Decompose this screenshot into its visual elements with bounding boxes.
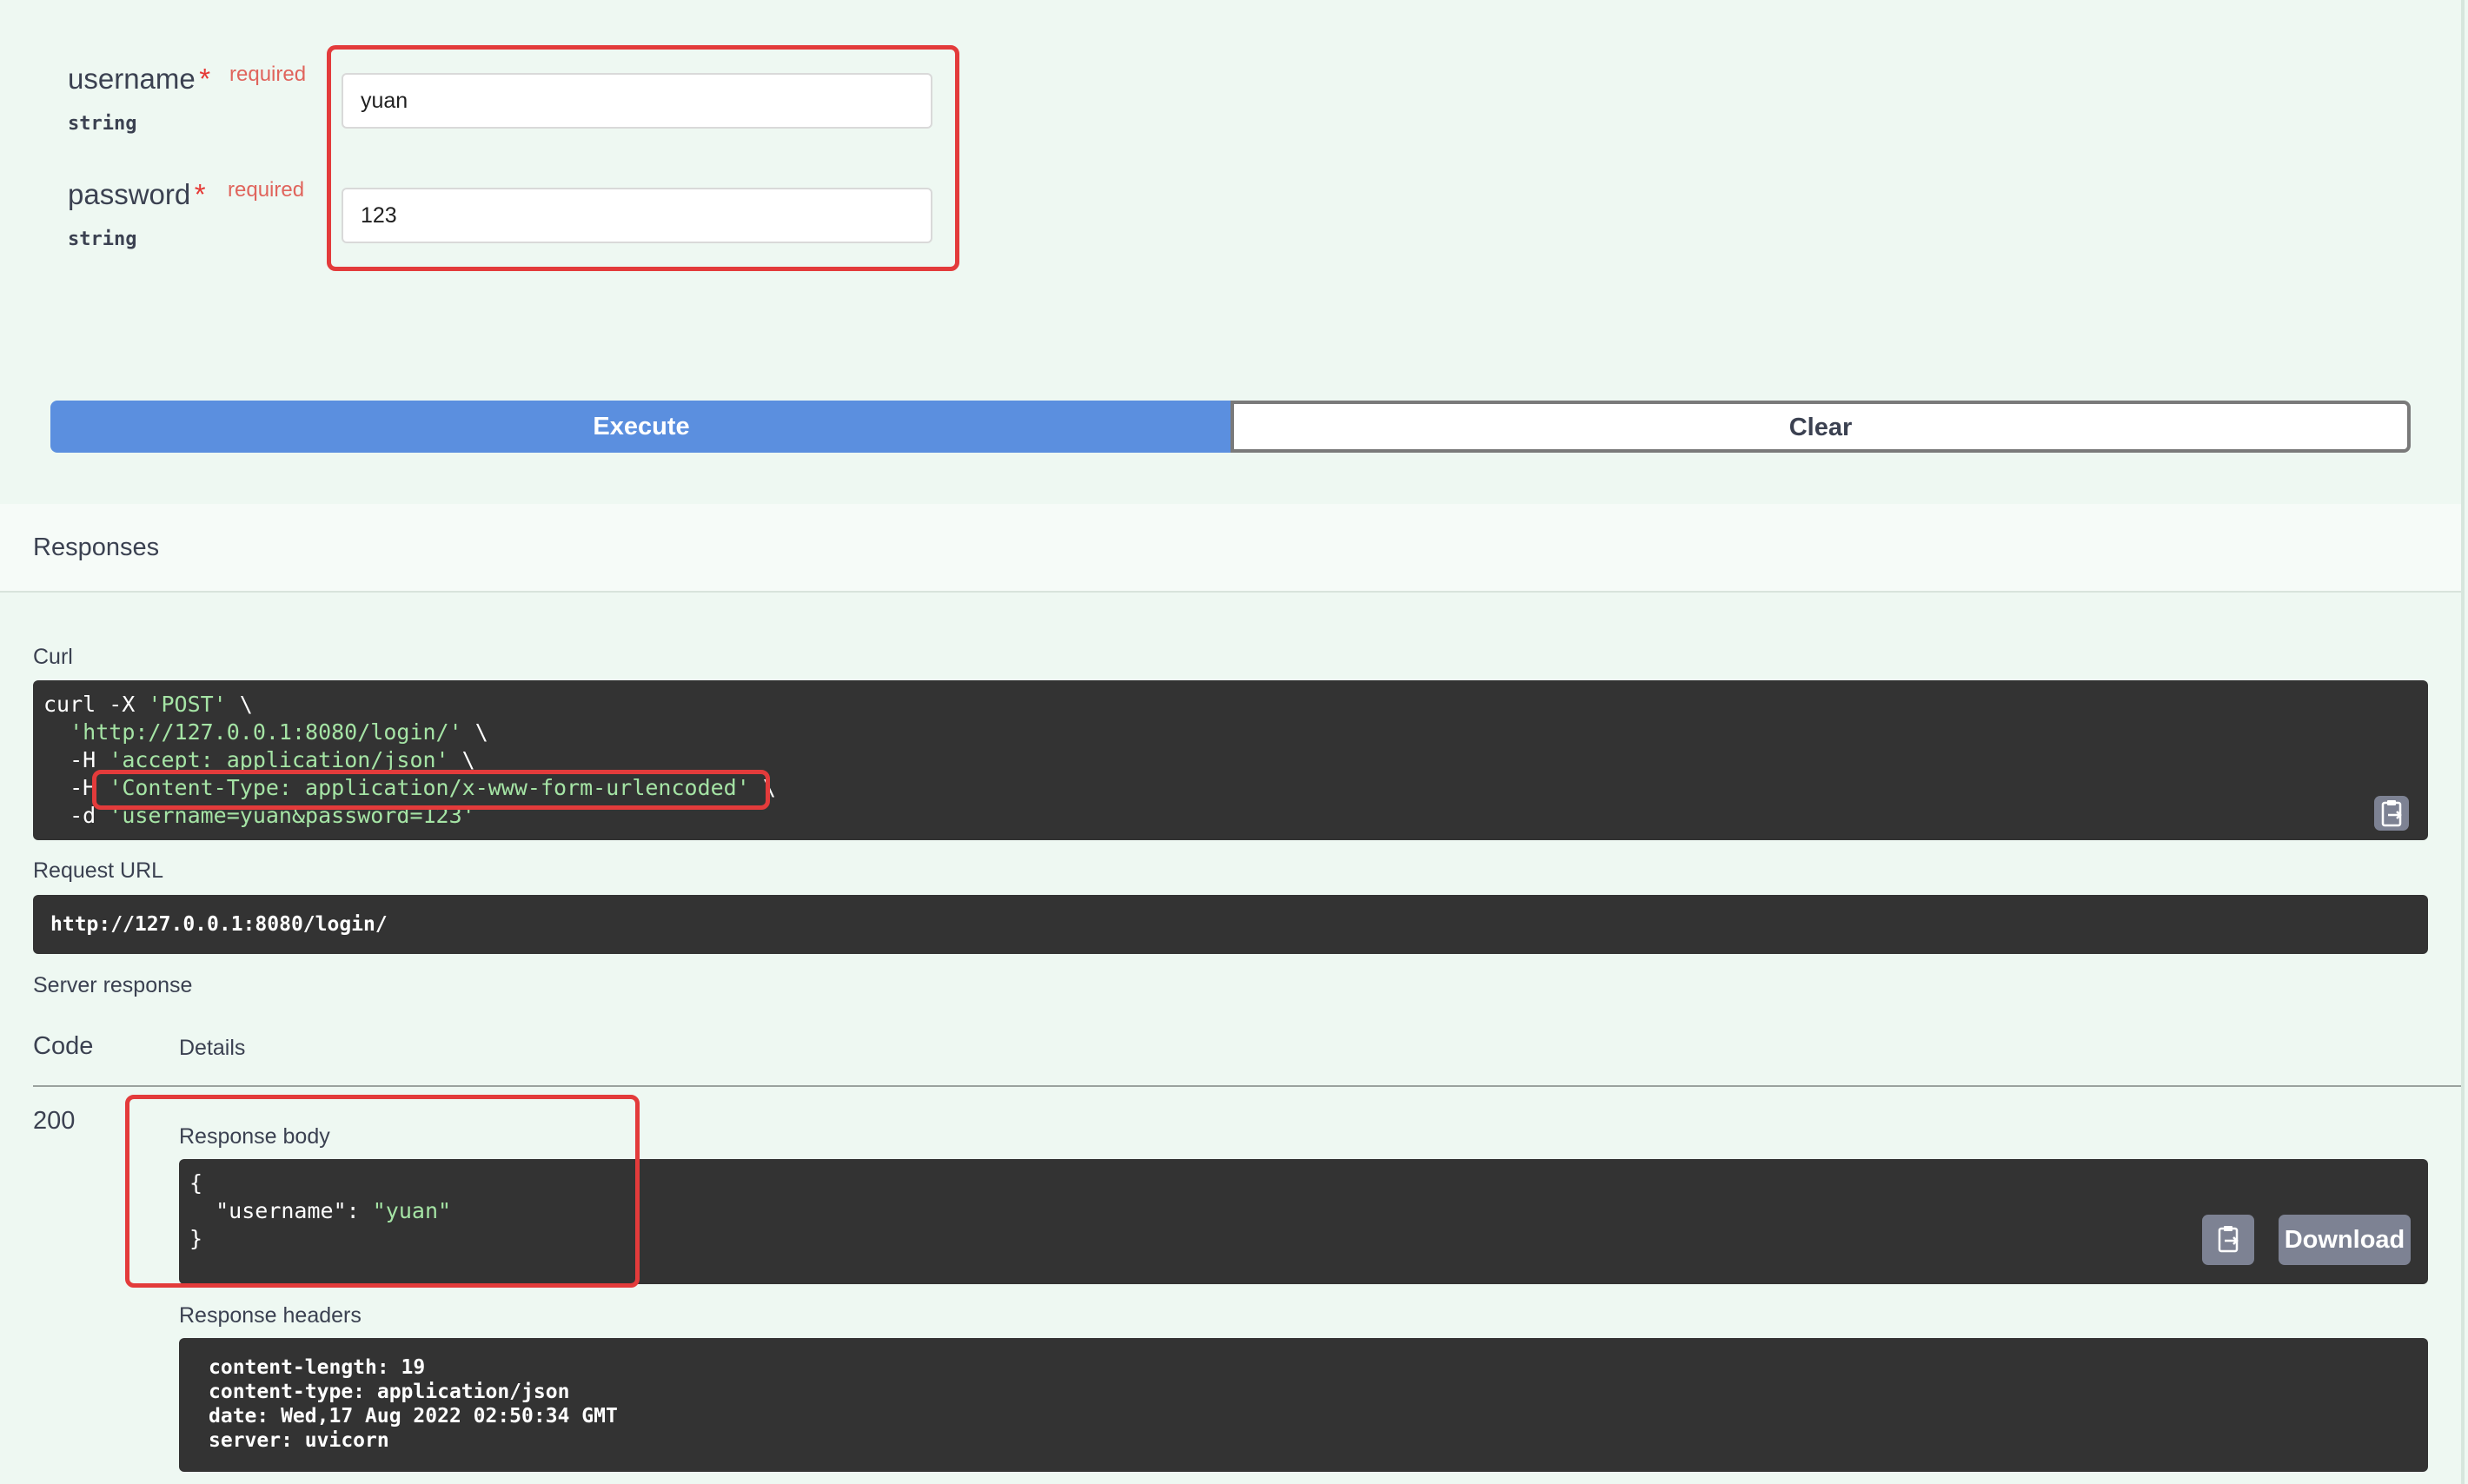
curl-code-block: curl -X 'POST' \ 'http://127.0.0.1:8080/… bbox=[33, 680, 2428, 840]
required-star: * bbox=[194, 178, 206, 210]
clear-button[interactable]: Clear bbox=[1231, 401, 2411, 453]
download-button[interactable]: Download bbox=[2279, 1215, 2411, 1265]
request-url-block: http://127.0.0.1:8080/login/ bbox=[33, 895, 2428, 954]
curl-token bbox=[43, 719, 70, 745]
header-line: content-type: application/json bbox=[209, 1381, 570, 1403]
highlight-box-content-type bbox=[92, 770, 770, 810]
header-lines: content-length: 19 content-type: applica… bbox=[209, 1355, 618, 1453]
curl-token: \ bbox=[461, 719, 488, 745]
clipboard-icon bbox=[2381, 800, 2402, 827]
responses-header: Responses bbox=[0, 504, 2461, 593]
param-name: password bbox=[68, 178, 191, 210]
username-input[interactable]: yuan bbox=[342, 73, 932, 129]
password-input[interactable]: 123 bbox=[342, 188, 932, 243]
param-type: string bbox=[68, 113, 137, 135]
curl-label: Curl bbox=[33, 645, 73, 669]
copy-curl-button[interactable] bbox=[2374, 796, 2409, 831]
curl-string: 'POST' bbox=[148, 692, 227, 717]
param-name: username bbox=[68, 63, 196, 95]
scrollbar-track[interactable] bbox=[2461, 0, 2465, 1484]
required-label: required bbox=[228, 178, 305, 202]
curl-line: 'http://127.0.0.1:8080/login/' \ bbox=[43, 719, 776, 746]
curl-token: \ bbox=[448, 747, 475, 772]
curl-token: curl -X bbox=[43, 692, 149, 717]
highlight-box-response-body bbox=[125, 1095, 640, 1288]
param-password: password * bbox=[68, 178, 206, 211]
request-url-label: Request URL bbox=[33, 858, 164, 883]
header-line: server: uvicorn bbox=[209, 1429, 389, 1452]
details-header: Details bbox=[179, 1036, 246, 1060]
curl-token: -H bbox=[43, 747, 109, 772]
response-headers-block: content-length: 19 content-type: applica… bbox=[179, 1338, 2428, 1472]
code-header: Code bbox=[33, 1032, 94, 1060]
required-label: required bbox=[229, 63, 307, 86]
param-username: username * bbox=[68, 63, 210, 96]
header-line: date: Wed,17 Aug 2022 02:50:34 GMT bbox=[209, 1405, 618, 1428]
responses-title: Responses bbox=[33, 533, 160, 561]
request-url: http://127.0.0.1:8080/login/ bbox=[50, 913, 388, 936]
response-headers-label: Response headers bbox=[179, 1303, 362, 1328]
param-type: string bbox=[68, 229, 137, 250]
response-code: 200 bbox=[33, 1107, 76, 1135]
clipboard-icon bbox=[2218, 1226, 2239, 1253]
header-line: content-length: 19 bbox=[209, 1356, 426, 1379]
curl-string: 'http://127.0.0.1:8080/login/' bbox=[70, 719, 462, 745]
execute-button[interactable]: Execute bbox=[50, 401, 1232, 453]
curl-token: \ bbox=[226, 692, 253, 717]
copy-body-button[interactable] bbox=[2202, 1215, 2254, 1265]
curl-line: curl -X 'POST' \ bbox=[43, 691, 776, 719]
required-star: * bbox=[199, 63, 211, 95]
curl-string: 'accept: application/json' bbox=[109, 747, 449, 772]
table-divider bbox=[33, 1085, 2461, 1087]
server-response-label: Server response bbox=[33, 973, 193, 997]
